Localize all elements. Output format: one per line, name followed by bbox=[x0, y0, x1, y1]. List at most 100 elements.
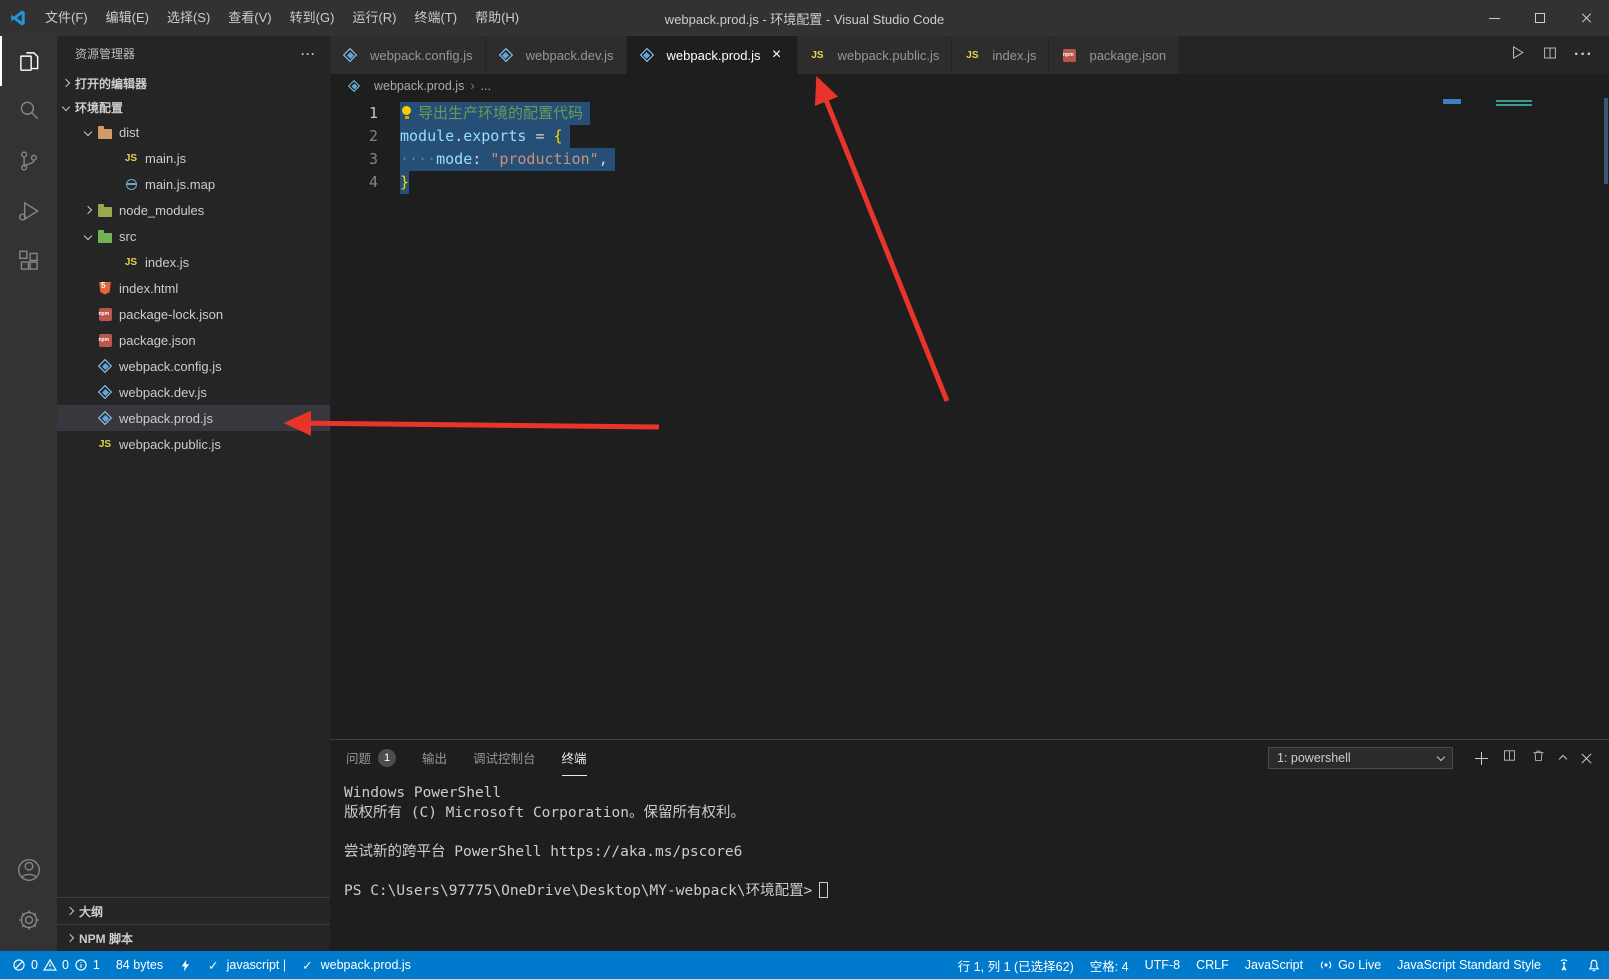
activity-bar-bottom bbox=[0, 845, 57, 945]
run-debug-icon bbox=[18, 201, 39, 221]
sidebar-more-actions-icon[interactable] bbox=[301, 47, 316, 61]
indentation-status[interactable]: 空格: 4 bbox=[1082, 951, 1137, 979]
js-standard-style-status[interactable]: JavaScript Standard Style bbox=[1389, 951, 1549, 979]
cursor-position-status[interactable]: 行 1, 列 1 (已选择62) bbox=[950, 951, 1082, 979]
go-live-button[interactable]: Go Live bbox=[1311, 951, 1389, 979]
folder-icon bbox=[97, 202, 113, 218]
panel-tab-terminal[interactable]: 终端 bbox=[561, 740, 587, 776]
new-terminal-button[interactable] bbox=[1475, 751, 1488, 765]
activity-source-control-button[interactable] bbox=[0, 136, 57, 186]
minimize-icon bbox=[1488, 17, 1500, 19]
npm-file-icon bbox=[97, 332, 113, 348]
section-workspace[interactable]: 环境配置 bbox=[57, 95, 330, 119]
tab-webpack-public-js[interactable]: webpack.public.js bbox=[797, 36, 953, 74]
section-open-editors[interactable]: 打开的编辑器 bbox=[57, 71, 330, 95]
menu-goto[interactable]: 转到(G) bbox=[281, 0, 344, 36]
standard-lint-file-status[interactable]: webpack.prod.js bbox=[294, 951, 419, 979]
status-bar: 0 0 1 84 bytes javascript | webpack.prod… bbox=[0, 951, 1609, 979]
breadcrumb-more[interactable]: ... bbox=[481, 79, 491, 93]
menu-edit[interactable]: 编辑(E) bbox=[97, 0, 158, 36]
line-number[interactable]: 1 bbox=[330, 102, 378, 125]
chevron-right-icon bbox=[61, 78, 71, 88]
eol-status[interactable]: CRLF bbox=[1188, 951, 1237, 979]
breadcrumb-file[interactable]: webpack.prod.js bbox=[374, 79, 464, 93]
line-number[interactable]: 3 bbox=[330, 148, 378, 171]
code-area[interactable]: 导出生产环境的配置代码 module.exports = { ····mode:… bbox=[378, 102, 1609, 739]
language-mode-status[interactable]: JavaScript bbox=[1237, 951, 1311, 979]
line-number[interactable]: 2 bbox=[330, 125, 378, 148]
kill-terminal-button[interactable] bbox=[1531, 748, 1546, 768]
maximize-button[interactable] bbox=[1517, 0, 1563, 36]
tree-item-webpack-dev-js[interactable]: webpack.dev.js bbox=[57, 379, 330, 405]
section-npm-scripts[interactable]: NPM 脚本 bbox=[57, 924, 330, 951]
notifications-button[interactable] bbox=[1579, 951, 1609, 979]
editor-more-actions-icon[interactable] bbox=[1574, 46, 1593, 64]
chevron-down-icon bbox=[1436, 752, 1446, 761]
close-window-button[interactable] bbox=[1563, 0, 1609, 36]
standard-lint-language-status[interactable]: javascript | bbox=[200, 951, 294, 979]
tree-item-main-js-map[interactable]: main.js.map bbox=[57, 171, 330, 197]
menu-view[interactable]: 查看(V) bbox=[219, 0, 280, 36]
tree-item-dist[interactable]: dist bbox=[57, 119, 330, 145]
activity-search-button[interactable] bbox=[0, 86, 57, 136]
editor-group: webpack.config.js webpack.dev.js webpack… bbox=[330, 36, 1609, 951]
account-button[interactable] bbox=[0, 845, 57, 895]
tab-webpack-dev-js[interactable]: webpack.dev.js bbox=[485, 36, 627, 74]
run-code-button[interactable] bbox=[1509, 44, 1526, 66]
split-terminal-button[interactable] bbox=[1502, 748, 1517, 768]
minimap-selection-mark[interactable] bbox=[1443, 99, 1461, 104]
broadcast-tower-button[interactable] bbox=[1549, 951, 1579, 979]
menu-selection[interactable]: 选择(S) bbox=[158, 0, 219, 36]
tab-webpack-prod-js[interactable]: webpack.prod.js bbox=[626, 36, 798, 74]
webpack-file-icon bbox=[97, 384, 113, 400]
tree-item-index-html[interactable]: index.html bbox=[57, 275, 330, 301]
code-editor[interactable]: 1 2 3 4 导出生产环境的配置代码 module.exports = { ·… bbox=[330, 98, 1609, 739]
tree-item-webpack-prod-js[interactable]: webpack.prod.js bbox=[57, 405, 330, 431]
editor-tab-bar: webpack.config.js webpack.dev.js webpack… bbox=[330, 36, 1609, 74]
lightning-status[interactable] bbox=[171, 951, 200, 979]
lightbulb-icon[interactable] bbox=[400, 106, 413, 120]
tab-index-js[interactable]: index.js bbox=[952, 36, 1050, 74]
tree-item-index-js[interactable]: index.js bbox=[57, 249, 330, 275]
menu-run[interactable]: 运行(R) bbox=[343, 0, 405, 36]
activity-explorer-button[interactable] bbox=[0, 36, 57, 86]
js-file-icon bbox=[123, 254, 139, 270]
encoding-status[interactable]: UTF-8 bbox=[1137, 951, 1188, 979]
problems-status[interactable]: 0 0 1 bbox=[4, 951, 108, 979]
chevron-right-icon bbox=[65, 906, 75, 916]
close-tab-icon[interactable] bbox=[769, 47, 785, 63]
menu-help[interactable]: 帮助(H) bbox=[466, 0, 528, 36]
panel-tab-output[interactable]: 输出 bbox=[422, 740, 447, 776]
minimap-code-mark[interactable] bbox=[1496, 100, 1532, 108]
terminal-selector-dropdown[interactable]: 1: powershell bbox=[1268, 747, 1453, 769]
webpack-file-icon bbox=[97, 358, 113, 374]
maximize-panel-button[interactable] bbox=[1558, 749, 1568, 767]
explorer-icon bbox=[19, 52, 38, 71]
tab-package-json[interactable]: package.json bbox=[1049, 36, 1180, 74]
activity-run-debug-button[interactable] bbox=[0, 186, 57, 236]
line-number-gutter[interactable]: 1 2 3 4 bbox=[330, 102, 378, 739]
line-number[interactable]: 4 bbox=[330, 171, 378, 194]
menu-terminal[interactable]: 终端(T) bbox=[405, 0, 466, 36]
menu-file[interactable]: 文件(F) bbox=[36, 0, 97, 36]
panel-tab-problems[interactable]: 问题 1 bbox=[346, 740, 397, 776]
tree-item-main-js[interactable]: main.js bbox=[57, 145, 330, 171]
activity-extensions-button[interactable] bbox=[0, 236, 57, 286]
panel-tab-debug-console[interactable]: 调试控制台 bbox=[473, 740, 536, 776]
tree-item-webpack-public-js[interactable]: webpack.public.js bbox=[57, 431, 330, 457]
terminal-line: Windows PowerShell bbox=[344, 785, 502, 801]
split-editor-button[interactable] bbox=[1542, 45, 1558, 66]
tab-webpack-config-js[interactable]: webpack.config.js bbox=[330, 36, 486, 74]
tree-item-node-modules[interactable]: node_modules bbox=[57, 197, 330, 223]
terminal-output[interactable]: Windows PowerShell 版权所有 (C) Microsoft Co… bbox=[330, 776, 1609, 951]
close-panel-button[interactable] bbox=[1580, 752, 1593, 765]
section-outline[interactable]: 大纲 bbox=[57, 897, 330, 924]
minimize-button[interactable] bbox=[1471, 0, 1517, 36]
tree-item-src[interactable]: src bbox=[57, 223, 330, 249]
tree-item-webpack-config-js[interactable]: webpack.config.js bbox=[57, 353, 330, 379]
settings-button[interactable] bbox=[0, 895, 57, 945]
tree-item-package-json[interactable]: package.json bbox=[57, 327, 330, 353]
file-size-status[interactable]: 84 bytes bbox=[108, 951, 171, 979]
webpack-file-icon bbox=[347, 79, 361, 93]
tree-item-package-lock-json[interactable]: package-lock.json bbox=[57, 301, 330, 327]
